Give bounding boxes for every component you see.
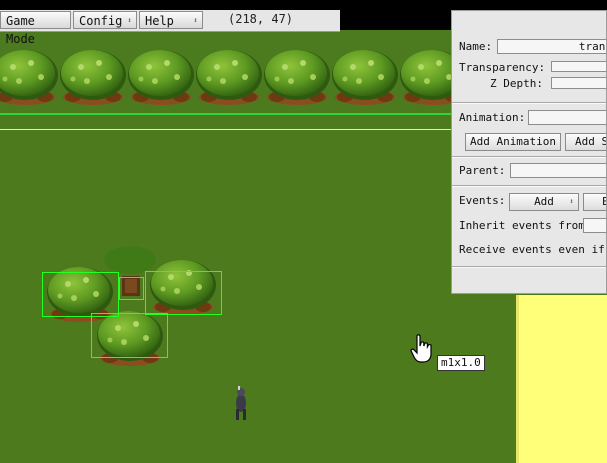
tooltip-text: m1x1.0 — [441, 356, 481, 369]
parent-field[interactable] — [510, 163, 606, 178]
divider-highlight — [452, 103, 606, 104]
cursor-tooltip: m1x1.0 — [437, 355, 485, 371]
events-second-label: E — [602, 195, 606, 208]
hand-pointer-icon — [410, 334, 432, 363]
add-animation-button[interactable]: Add Animation — [465, 133, 561, 151]
updown-arrow-icon: ⬍ — [193, 16, 198, 25]
cursor-coordinates: (218, 47) — [228, 12, 294, 26]
selection-line — [0, 113, 452, 115]
config-label: Config — [79, 14, 123, 28]
sand-area — [519, 295, 607, 463]
add-second-label: Add Se — [575, 135, 606, 148]
transparency-label: Transparency: — [459, 61, 546, 74]
tree-cluster[interactable] — [47, 246, 216, 366]
add-animation-label: Add Animation — [469, 135, 557, 148]
tree-row-top — [0, 50, 466, 105]
player-sprite[interactable] — [236, 386, 246, 420]
config-menu[interactable]: Config ⬍ — [73, 11, 137, 29]
menu-bar: Game Mode Config ⬍ Help ⬍ (218, 47) — [0, 10, 340, 46]
divider-highlight — [452, 186, 606, 187]
game-mode-label: Game Mode — [6, 14, 35, 46]
divider-highlight — [452, 157, 606, 158]
inherit-events-label: Inherit events from: — [459, 219, 592, 232]
events-second-button[interactable]: E — [583, 193, 606, 211]
events-label: Events: — [459, 194, 506, 207]
events-add-select[interactable]: Add ⬍ — [509, 193, 579, 211]
object-inspector-panel: Name: trans Transparency: Z Depth: Anima… — [451, 10, 607, 294]
transparency-field[interactable] — [551, 61, 606, 72]
help-menu[interactable]: Help ⬍ — [139, 11, 203, 29]
updown-arrow-icon: ⬍ — [127, 16, 132, 25]
animation-label: Animation: — [459, 111, 526, 124]
game-mode-menu[interactable]: Game Mode — [0, 11, 71, 46]
zdepth-label: Z Depth: — [490, 77, 543, 90]
inherit-events-field[interactable] — [583, 218, 606, 233]
receive-events-label: Receive events even if ou — [459, 243, 606, 256]
help-label: Help — [145, 14, 174, 28]
animation-field[interactable] — [528, 110, 606, 125]
name-value: trans — [578, 40, 606, 53]
zdepth-field[interactable] — [551, 77, 606, 89]
name-field[interactable]: trans — [497, 39, 606, 54]
divider-highlight — [452, 267, 606, 268]
updown-arrow-icon: ⬍ — [569, 197, 574, 206]
add-second-button[interactable]: Add Se — [565, 133, 606, 151]
events-add-label: Add — [534, 195, 554, 208]
name-label: Name: — [459, 40, 493, 53]
parent-label: Parent: — [459, 164, 506, 177]
